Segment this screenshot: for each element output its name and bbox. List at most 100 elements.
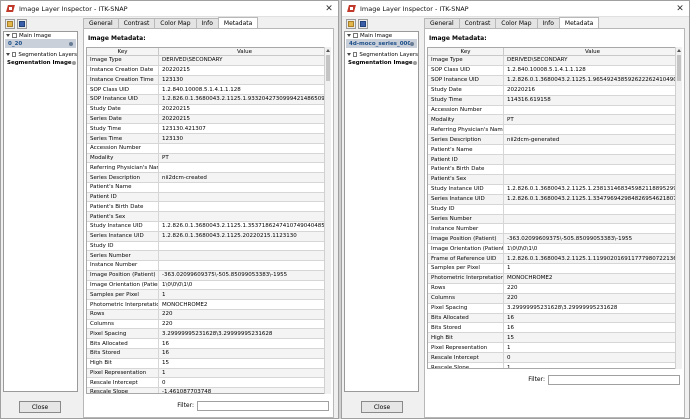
table-row[interactable]: Columns 220 <box>428 293 681 304</box>
tab-general[interactable]: General <box>83 18 119 28</box>
table-row[interactable]: Pixel Representation 1 <box>87 368 330 379</box>
group-checkbox[interactable] <box>12 52 17 57</box>
table-row[interactable]: Series Number <box>428 214 681 225</box>
table-row[interactable]: Study ID <box>428 204 681 215</box>
tab-color-map[interactable]: Color Map <box>495 18 538 28</box>
table-row[interactable]: Photometric Interpretation MONOCHROME2 <box>87 300 330 310</box>
group-checkbox[interactable] <box>12 33 17 38</box>
tab-contrast[interactable]: Contrast <box>458 18 497 28</box>
scroll-up-button[interactable] <box>325 47 331 54</box>
close-button[interactable]: Close <box>19 401 61 413</box>
eye-icon[interactable] <box>71 60 76 65</box>
table-row[interactable]: Instance Number <box>428 224 681 235</box>
vertical-scrollbar[interactable] <box>675 47 682 369</box>
table-row[interactable]: Image Position (Patient) -363.02099609375… <box>428 234 681 245</box>
column-header-value[interactable]: Value <box>504 48 681 55</box>
filter-input[interactable] <box>197 400 329 411</box>
segmentation-group[interactable]: Segmentation Layers <box>4 51 77 58</box>
scrollbar-thumb[interactable] <box>677 55 681 81</box>
table-row[interactable]: Study Time 114316.619158 <box>428 95 681 106</box>
table-row[interactable]: Pixel Spacing 3.29999995231628\3.29999995… <box>87 329 330 340</box>
table-row[interactable]: SOP Instance UID 1.2.826.0.1.3680043.2.11… <box>428 75 681 86</box>
table-row[interactable]: Bits Allocated 16 <box>428 313 681 324</box>
table-row[interactable]: Modality PT <box>428 115 681 126</box>
table-row[interactable]: SOP Class UID 1.2.840.10008.5.1.4.1.1.128 <box>87 85 330 96</box>
table-row[interactable]: Study Instance UID 1.2.826.0.1.3680043.2.… <box>428 184 681 195</box>
table-row[interactable]: Referring Physician's Name <box>87 163 330 174</box>
tab-info[interactable]: Info <box>536 18 560 28</box>
segmentation-group[interactable]: Segmentation Layers <box>345 51 418 58</box>
table-row[interactable]: SOP Class UID 1.2.840.10008.5.1.4.1.1.128 <box>428 65 681 76</box>
filter-input[interactable] <box>548 374 680 385</box>
open-layer-button[interactable] <box>5 19 15 29</box>
table-row[interactable]: Series Date 20220215 <box>87 114 330 125</box>
table-row[interactable]: Rows 220 <box>87 309 330 320</box>
layer-item-segmentation[interactable]: Segmentation Image <box>4 59 77 66</box>
table-row[interactable]: Columns 220 <box>87 319 330 330</box>
table-row[interactable]: Study Date 20220215 <box>87 104 330 115</box>
save-layer-button[interactable] <box>358 19 368 29</box>
table-row[interactable]: SOP Instance UID 1.2.826.0.1.3680043.2.11… <box>87 95 330 105</box>
group-checkbox[interactable] <box>353 33 358 38</box>
tab-general[interactable]: General <box>424 18 460 28</box>
column-header-key[interactable]: Key <box>87 48 159 55</box>
eye-icon[interactable] <box>69 41 73 46</box>
tab-color-map[interactable]: Color Map <box>154 18 197 28</box>
table-row[interactable]: Frame of Reference UID 1.2.826.0.1.368004… <box>428 254 681 265</box>
table-row[interactable]: Rescale Intercept 0 <box>87 378 330 389</box>
save-layer-button[interactable] <box>17 19 27 29</box>
table-row[interactable]: Pixel Representation 1 <box>428 343 681 354</box>
close-button[interactable]: Close <box>361 401 403 413</box>
table-row[interactable]: Bits Stored 16 <box>87 348 330 359</box>
layer-item-main-image[interactable]: 0_20 <box>5 39 76 48</box>
table-row[interactable]: Series Instance UID 1.2.826.0.1.3680043.2… <box>428 194 681 205</box>
table-row[interactable]: Patient's Sex <box>87 212 330 223</box>
group-checkbox[interactable] <box>353 52 358 57</box>
table-row[interactable]: Patient's Birth Date <box>87 202 330 213</box>
layer-item-segmentation[interactable]: Segmentation Image <box>345 59 418 66</box>
table-row[interactable]: Rescale Slope 1 <box>428 363 681 368</box>
tab-contrast[interactable]: Contrast <box>117 18 156 28</box>
table-row[interactable]: Bits Stored 16 <box>428 323 681 334</box>
table-row[interactable]: Patient's Name <box>428 145 681 156</box>
tab-info[interactable]: Info <box>195 18 219 28</box>
table-row[interactable]: Study Instance UID 1.2.826.0.1.3680043.2.… <box>87 222 330 232</box>
table-row[interactable]: Study Date 20220216 <box>428 85 681 96</box>
column-header-value[interactable]: Value <box>159 48 330 55</box>
table-row[interactable]: Patient's Name <box>87 182 330 193</box>
table-row[interactable]: Rescale Intercept 0 <box>428 353 681 364</box>
column-header-key[interactable]: Key <box>428 48 504 55</box>
vertical-scrollbar[interactable] <box>324 47 331 394</box>
table-row[interactable]: Patient's Sex <box>428 174 681 185</box>
table-row[interactable]: Image Type DERIVED\SECONDARY <box>428 56 681 66</box>
open-layer-button[interactable] <box>346 19 356 29</box>
eye-icon[interactable] <box>412 60 417 65</box>
main-image-group[interactable]: Main Image <box>4 32 77 39</box>
scrollbar-thumb[interactable] <box>326 55 330 81</box>
table-row[interactable]: Pixel Spacing 3.29999995231628\3.29999995… <box>428 303 681 314</box>
scroll-up-button[interactable] <box>676 47 682 54</box>
table-row[interactable]: Study ID <box>87 241 330 252</box>
table-row[interactable]: Series Number <box>87 251 330 262</box>
table-row[interactable]: Patient ID <box>428 155 681 165</box>
window-close-icon[interactable]: ✕ <box>320 1 338 17</box>
table-row[interactable]: Series Description nii2dcm-created <box>87 173 330 183</box>
table-row[interactable]: Rows 220 <box>428 283 681 294</box>
table-row[interactable]: Rescale Slope -1.461087703748 <box>87 388 330 393</box>
table-row[interactable]: Photometric Interpretation MONOCHROME2 <box>428 273 681 284</box>
table-row[interactable]: Accession Number <box>428 105 681 116</box>
table-row[interactable]: Patient's Birth Date <box>428 164 681 175</box>
table-row[interactable]: Samples per Pixel 1 <box>87 290 330 301</box>
table-row[interactable]: Instance Creation Time 123130 <box>87 75 330 86</box>
table-row[interactable]: High Bit 15 <box>87 358 330 369</box>
table-row[interactable]: Series Instance UID 1.2.826.0.1.3680043.2… <box>87 231 330 242</box>
table-row[interactable]: High Bit 15 <box>428 333 681 344</box>
table-row[interactable]: Series Description nii2dcm-generated <box>428 135 681 146</box>
table-row[interactable]: Study Time 123130.421307 <box>87 124 330 135</box>
table-row[interactable]: Instance Creation Date 20220215 <box>87 65 330 76</box>
table-row[interactable]: Image Orientation (Patient) 1\0\0\0\1\0 <box>87 280 330 291</box>
eye-icon[interactable] <box>410 41 414 46</box>
tab-metadata[interactable]: Metadata <box>558 17 600 28</box>
window-close-icon[interactable]: ✕ <box>671 1 689 17</box>
main-image-group[interactable]: Main Image <box>345 32 418 39</box>
